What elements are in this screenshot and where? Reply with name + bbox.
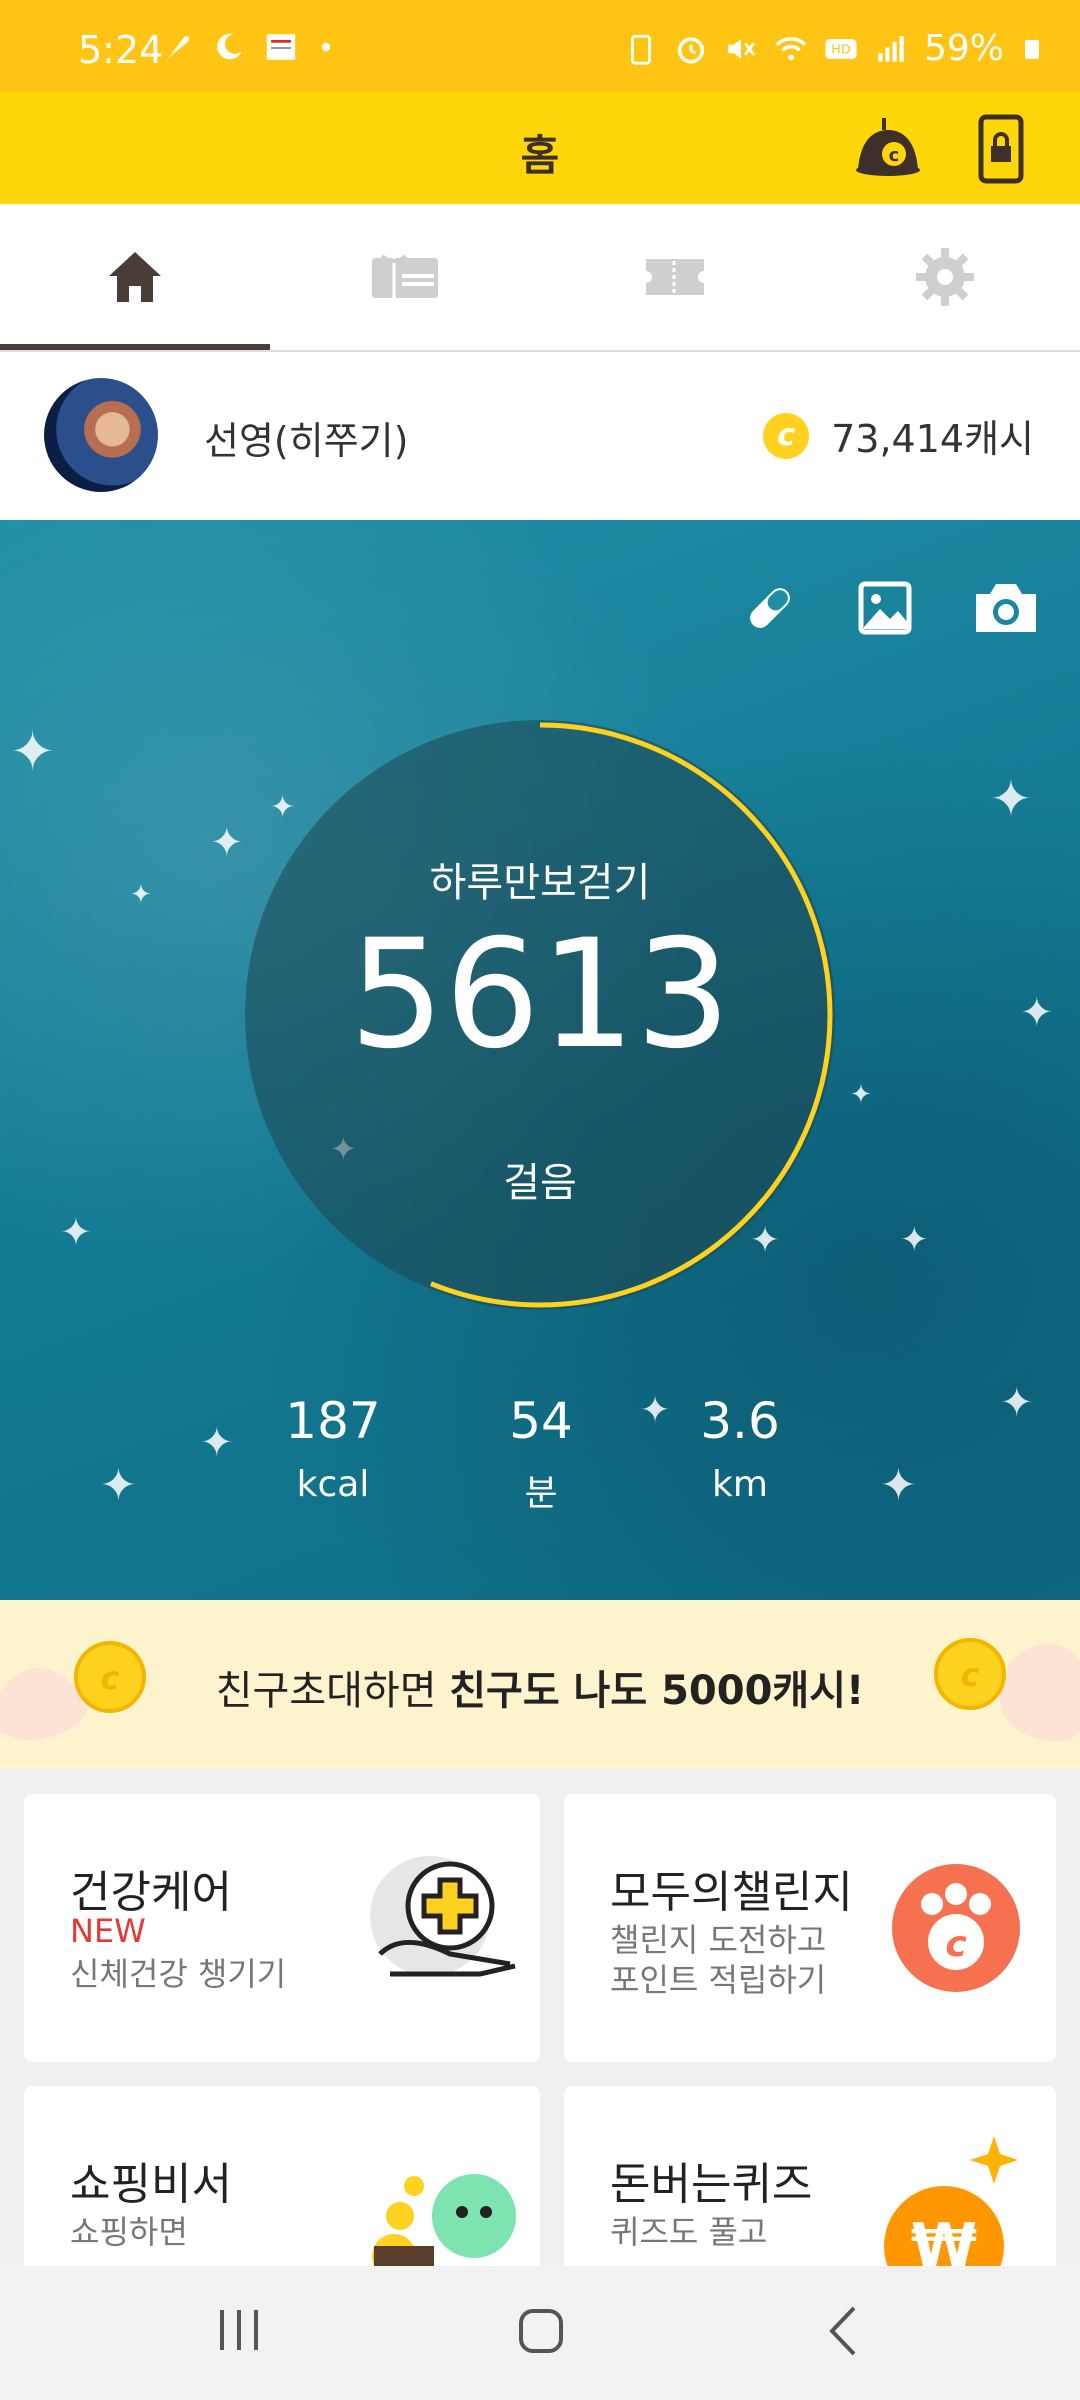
- tab-ticket[interactable]: [540, 204, 810, 350]
- signal-icon: [878, 35, 904, 62]
- cash-slime-icon[interactable]: c: [852, 112, 924, 184]
- profile-name: 선영(히쭈기): [204, 419, 409, 463]
- dot-icon: [321, 42, 331, 52]
- camera-icon[interactable]: [972, 580, 1040, 636]
- avatar[interactable]: [44, 378, 158, 492]
- svg-text:c: c: [945, 1924, 966, 1965]
- image-icon[interactable]: [858, 581, 912, 635]
- cash-balance[interactable]: c 73,414캐시: [763, 408, 1034, 463]
- tab-bar: [0, 204, 1080, 352]
- battery-saver-icon: [631, 34, 651, 65]
- step-counter-hero: ✦ ✦ ✦ ✦ ✦ ✦ ✦ ✦ ✦ ✦ ✦ ✦ ✦ ✦ ✦ ✦ 하루만보걷기 5…: [0, 520, 1080, 1600]
- sparkle: ✦: [990, 770, 1032, 828]
- svg-text:c: c: [889, 145, 900, 166]
- battery-percent: 59%: [923, 28, 1004, 69]
- moon-icon: [217, 33, 242, 60]
- hand-coin-icon: c: [934, 1638, 1080, 1742]
- gear-icon: [916, 248, 974, 306]
- sparkle: ✦: [900, 1220, 929, 1260]
- card-health-care[interactable]: 건강케어 NEW 신체건강 챙기기: [24, 1794, 540, 2062]
- wifi-icon: [775, 36, 807, 60]
- sparkle: ✦: [200, 1420, 234, 1466]
- coin-icon: c: [763, 412, 810, 459]
- sparkle: ✦: [850, 1080, 872, 1110]
- stat-minutes: 54 분: [509, 1392, 573, 1514]
- sparkle: ✦: [1000, 1380, 1034, 1426]
- home-nav-icon[interactable]: [518, 2308, 564, 2354]
- tab-settings[interactable]: [810, 204, 1080, 350]
- step-unit: 걸음: [503, 1160, 577, 1206]
- hd-voice-icon: HD: [825, 38, 857, 59]
- svg-text:HD: HD: [831, 42, 851, 57]
- status-time: 5:24: [78, 28, 164, 72]
- home-icon: [109, 252, 161, 302]
- invite-text: 친구초대하면 친구도 나도 5000캐시!: [215, 1668, 865, 1714]
- phone-lock-icon[interactable]: [978, 114, 1024, 184]
- invite-banner[interactable]: c 친구초대하면 친구도 나도 5000캐시! c: [0, 1600, 1080, 1768]
- card-challenge[interactable]: 모두의챌린지 챌린지 도전하고 포인트 적립하기 c: [564, 1794, 1056, 2062]
- sparkle: ✦: [10, 720, 56, 783]
- won-coin-icon: ₩: [884, 2136, 1018, 2286]
- cash-amount: 73,414캐시: [831, 417, 1034, 461]
- ticket-icon: [646, 259, 704, 295]
- health-hand-icon: [370, 1856, 516, 1977]
- alarm-icon: [677, 36, 705, 64]
- pill-icon[interactable]: [742, 580, 798, 636]
- sparkle: ✦: [100, 1460, 137, 1511]
- gift-card-icon: [372, 254, 438, 298]
- step-count: 5613: [349, 908, 731, 1082]
- stat-calories: 187 kcal: [285, 1392, 381, 1505]
- battery-icon: [1025, 39, 1039, 59]
- paw-coin-icon: c: [892, 1864, 1020, 1992]
- system-nav-bar: [0, 2266, 1080, 2400]
- svg-text:c: c: [961, 1656, 980, 1694]
- shopping-character-icon: [372, 2174, 516, 2278]
- step-goal-label: 하루만보걷기: [429, 860, 651, 906]
- stat-distance: 3.6 km: [700, 1392, 780, 1505]
- sparkle: ✦: [60, 1210, 92, 1254]
- mute-icon: [728, 38, 755, 59]
- app-header: 홈 c: [0, 92, 1080, 204]
- back-icon[interactable]: [828, 2306, 858, 2356]
- tab-gift[interactable]: [270, 204, 540, 350]
- feather-icon: [167, 36, 190, 60]
- profile-row: 선영(히쭈기) c 73,414캐시: [0, 352, 1080, 520]
- new-badge: NEW: [70, 1912, 146, 1950]
- status-bar: 5:24 HD 59%: [0, 0, 1080, 92]
- recent-apps-icon[interactable]: [216, 2308, 262, 2352]
- tab-home[interactable]: [0, 204, 270, 350]
- sparkle: ✦: [880, 1460, 917, 1511]
- news-icon: [266, 34, 296, 60]
